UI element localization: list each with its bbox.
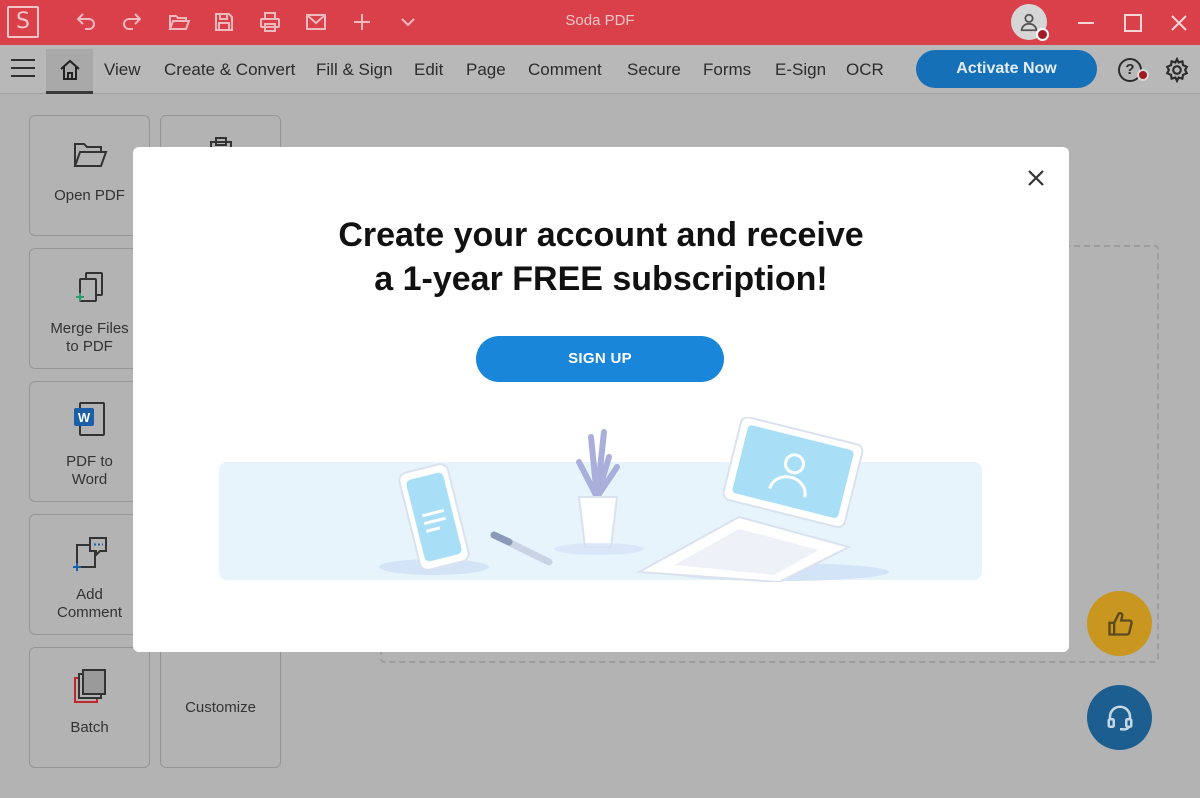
tab-home[interactable] — [46, 49, 93, 94]
support-button[interactable] — [1087, 685, 1152, 750]
tile-open-pdf[interactable]: Open PDF — [29, 115, 150, 236]
tile-label: Merge Files to PDF — [50, 320, 129, 355]
tab-edit[interactable]: Edit — [414, 60, 443, 80]
close-icon — [1028, 170, 1044, 186]
batch-icon — [30, 666, 149, 706]
tab-forms[interactable]: Forms — [703, 60, 751, 80]
tab-view[interactable]: View — [104, 60, 141, 80]
merge-files-icon — [30, 267, 149, 307]
headset-icon — [1107, 705, 1132, 731]
tile-customize[interactable]: Customize — [160, 647, 281, 768]
open-folder-icon — [30, 134, 149, 174]
signup-modal: Create your account and receive a 1-year… — [133, 147, 1069, 652]
feedback-button[interactable] — [1087, 591, 1152, 656]
headline-line-2: a 1-year FREE subscription! — [374, 260, 828, 298]
menu-bar: View Create & Convert Fill & Sign Edit P… — [0, 45, 1200, 94]
minimize-button[interactable] — [1072, 9, 1100, 37]
home-icon — [59, 59, 80, 80]
close-window-button[interactable] — [1165, 9, 1193, 37]
devices-illustration — [219, 417, 982, 582]
maximize-icon — [1124, 14, 1142, 32]
tile-pdf-to-word[interactable]: W PDF to Word — [29, 381, 150, 502]
tile-label: PDF to Word — [66, 453, 113, 488]
tile-label: Add Comment — [56, 586, 123, 621]
help-notification-dot — [1137, 69, 1149, 81]
close-modal-button[interactable] — [1024, 166, 1048, 190]
headline-line-1: Create your account and receive — [338, 216, 864, 254]
user-avatar[interactable] — [1011, 4, 1049, 41]
tab-e-sign[interactable]: E-Sign — [775, 60, 826, 80]
svg-text:W: W — [77, 410, 90, 425]
tile-merge-files[interactable]: Merge Files to PDF — [29, 248, 150, 369]
tab-page[interactable]: Page — [466, 60, 506, 80]
tile-add-comment[interactable]: Add Comment — [29, 514, 150, 635]
sign-up-button[interactable]: SIGN UP — [476, 336, 724, 382]
tab-create-convert[interactable]: Create & Convert — [164, 60, 295, 80]
gear-icon[interactable] — [1164, 56, 1190, 84]
tab-fill-sign[interactable]: Fill & Sign — [316, 60, 393, 80]
tile-label: Customize — [185, 699, 256, 716]
tile-label: Open PDF — [54, 187, 125, 204]
hamburger-menu-icon[interactable] — [11, 59, 35, 79]
modal-headline: Create your account and receive a 1-year… — [133, 213, 1069, 301]
tile-label: Batch — [70, 719, 109, 736]
minimize-icon — [1078, 22, 1094, 24]
close-icon — [1171, 15, 1187, 31]
word-icon: W — [30, 400, 149, 440]
tab-ocr[interactable]: OCR — [846, 60, 884, 80]
activate-now-button[interactable]: Activate Now — [916, 50, 1097, 88]
maximize-button[interactable] — [1119, 9, 1147, 37]
thumbs-up-icon — [1107, 611, 1133, 636]
tab-comment[interactable]: Comment — [528, 60, 602, 80]
tile-batch[interactable]: Batch — [29, 647, 150, 768]
comment-icon — [30, 533, 149, 573]
notification-dot — [1036, 28, 1049, 41]
title-bar: S Soda PDF — [0, 0, 1200, 45]
tab-secure[interactable]: Secure — [627, 60, 681, 80]
